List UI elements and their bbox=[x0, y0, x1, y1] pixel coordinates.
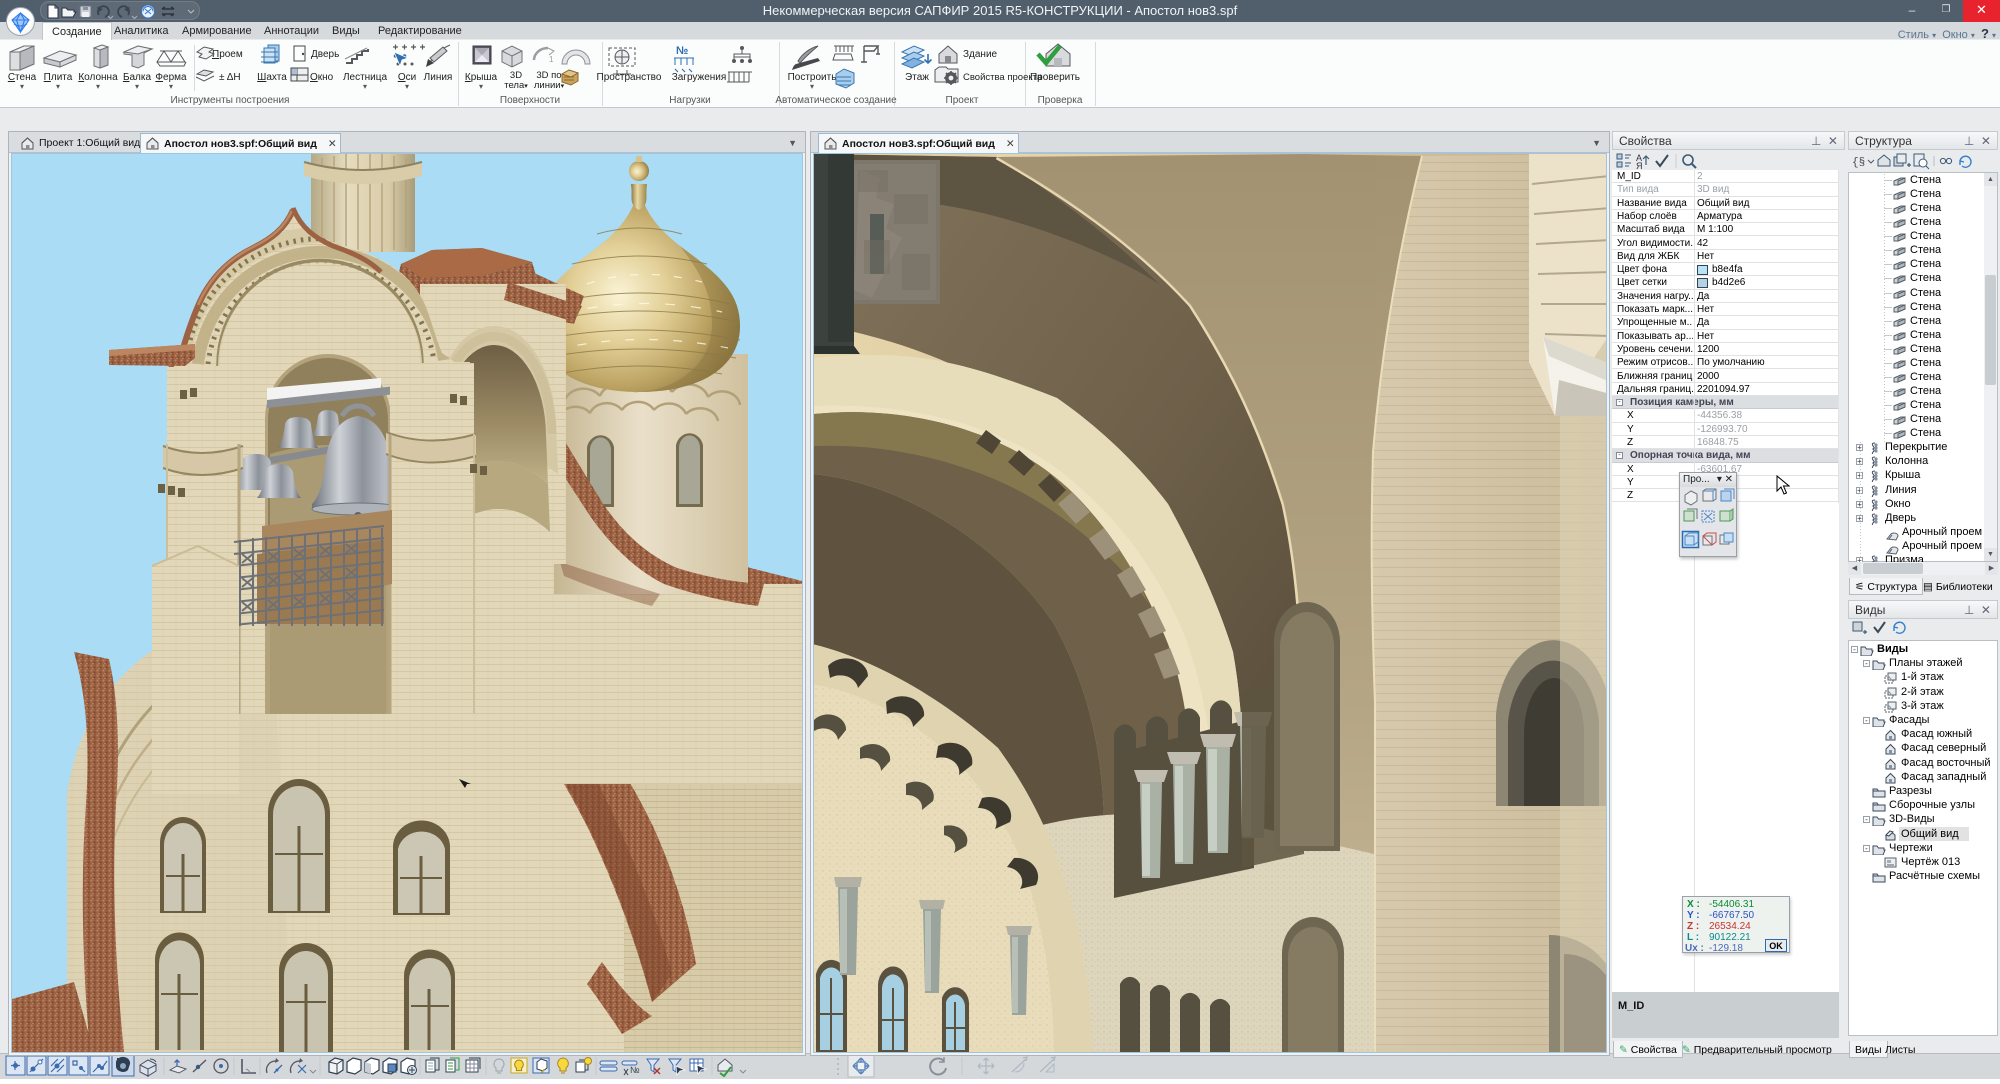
svg-text:1: 1 bbox=[549, 55, 554, 64]
svg-text:№: № bbox=[676, 45, 688, 57]
svg-text:№: № bbox=[630, 1065, 640, 1075]
svg-text:{§: {§ bbox=[1852, 157, 1865, 169]
svg-text:Я: Я bbox=[1636, 161, 1643, 170]
